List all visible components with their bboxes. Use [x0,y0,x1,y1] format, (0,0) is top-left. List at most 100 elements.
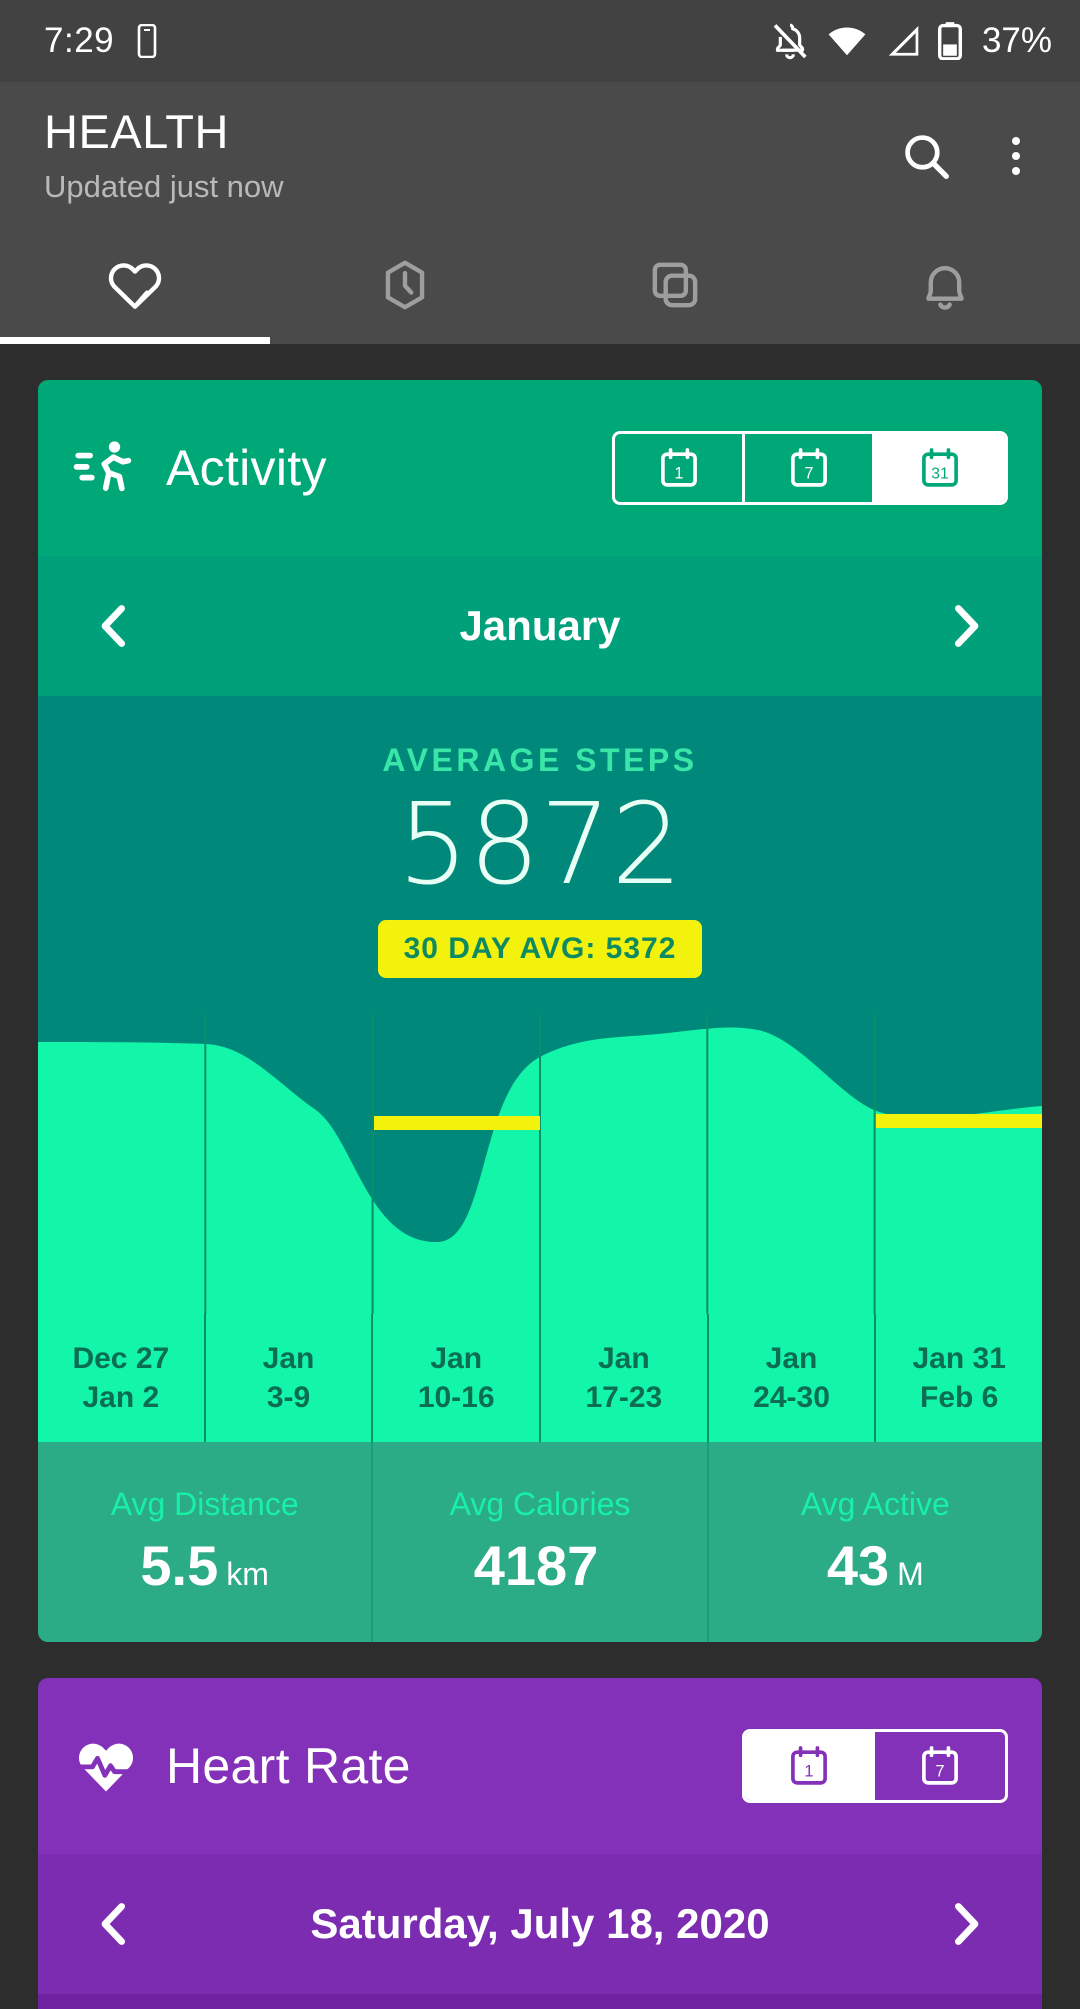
stat-avg-active-value: 43 [826,1534,890,1598]
stat-avg-calories-label: Avg Calories [449,1486,631,1523]
chevron-right-icon [939,1897,993,1951]
chart-label-1: Jan 3-9 [206,1314,374,1443]
calendar-31-icon: 31 [917,445,963,491]
more-vert-icon [1012,137,1020,175]
tab-bar [0,226,1080,344]
chart-label-2: Jan 10-16 [373,1314,542,1443]
notifications-off-icon [770,21,810,61]
steps-chart-svg [38,1014,1042,1315]
tab-alerts[interactable] [810,226,1080,344]
vibrate-icon [136,24,158,58]
calendar-1-icon: 1 [786,1743,832,1789]
stat-avg-active-unit: M [897,1556,924,1593]
stat-avg-calories-value-group: 4187 [474,1533,607,1598]
stat-avg-active-label: Avg Active [800,1486,950,1523]
svg-text:7: 7 [935,1763,944,1781]
stat-avg-distance-unit: km [226,1556,269,1593]
chart-label-3-line2: 17-23 [585,1381,663,1415]
heart-rate-range-7-day[interactable]: 7 [875,1732,1005,1800]
chart-label-2-line1: Jan [430,1342,483,1376]
status-bar-right: 37% [770,21,1052,61]
activity-prev-period-button[interactable] [78,590,150,662]
running-person-icon [72,434,140,502]
activity-title-group: Activity [72,434,612,502]
chart-label-5-line2: Feb 6 [920,1381,999,1415]
heart-rate-card-header: Heart Rate 1 7 [38,1678,1042,1854]
app-screen: 7:29 37% HEALTH Updated just now Activit… [0,0,1080,2009]
stat-avg-active-value-group: 43 M [827,1533,924,1598]
chart-label-3-line1: Jan [598,1342,650,1376]
status-bar: 7:29 37% [0,0,1080,82]
activity-summary: AVERAGE STEPS 5872 30 DAY AVG: 5372 [38,695,1042,1315]
app-bar-actions [890,106,1052,192]
average-steps-value: 5872 [397,779,683,910]
stat-avg-calories: Avg Calories 4187 [373,1442,709,1643]
calendar-7-icon: 7 [917,1743,963,1789]
chart-label-0-line2: Jan 2 [82,1381,160,1415]
last-updated-label: Updated just now [44,168,284,204]
search-icon [899,129,953,183]
activity-card-header: Activity 1 7 31 [38,380,1042,556]
overflow-menu-button[interactable] [980,120,1052,192]
activity-range-7-day[interactable]: 7 [745,433,875,502]
cellular-signal-icon [884,24,922,58]
activity-next-period-button[interactable] [930,590,1002,662]
activity-card-title: Activity [166,439,327,496]
heart-rate-range-selector: 1 7 [742,1729,1008,1804]
heart-rate-period-nav: Saturday, July 18, 2020 [38,1854,1042,1995]
svg-text:1: 1 [674,464,683,482]
bell-notification-icon [914,254,976,316]
activity-period-label: January [459,601,621,649]
steps-area-chart [38,1014,1042,1315]
heart-rate-period-label: Saturday, July 18, 2020 [310,1900,770,1948]
heart-pulse-icon [72,1732,140,1800]
heart-rate-card: Heart Rate 1 7 Saturday, July 18, 2020 [38,1678,1042,2009]
app-bar-titles: HEALTH Updated just now [44,106,890,204]
chart-label-4: Jan 24-30 [709,1314,877,1443]
tab-active-indicator [0,336,270,344]
svg-text:7: 7 [804,464,813,482]
chart-average-line-segment-2 [876,1114,1042,1129]
activity-range-1-day[interactable]: 1 [615,433,745,502]
chart-label-5-line1: Jan 31 [912,1342,1006,1376]
app-bar-top-row: HEALTH Updated just now [0,106,1080,204]
chart-label-4-line1: Jan [765,1342,818,1376]
chart-label-1-line1: Jan [262,1342,315,1376]
heart-rate-range-1-day[interactable]: 1 [745,1732,875,1801]
thirty-day-average-badge: 30 DAY AVG: 5372 [377,920,703,979]
status-bar-time: 7:29 [44,21,115,60]
stat-avg-distance-value-group: 5.5 km [140,1533,269,1598]
tab-history[interactable] [270,226,540,344]
calendar-1-icon: 1 [656,445,702,491]
stat-avg-calories-value: 4187 [473,1534,599,1598]
heart-rate-title-group: Heart Rate [72,1732,742,1800]
app-bar: HEALTH Updated just now [0,82,1080,344]
average-steps-label: AVERAGE STEPS [382,741,698,778]
main-content: Activity 1 7 31 January AVERAGE STEPS 58… [0,343,1080,2009]
status-bar-left: 7:29 [44,21,158,61]
activity-stats-row: Avg Distance 5.5 km Avg Calories 4187 Av… [38,1442,1042,1643]
search-button[interactable] [890,120,962,192]
battery-icon [937,22,962,60]
heart-rate-next-period-button[interactable] [930,1888,1002,1960]
chart-label-3: Jan 17-23 [541,1314,709,1443]
svg-text:31: 31 [931,465,948,482]
chart-label-0-line1: Dec 27 [72,1342,170,1376]
svg-text:1: 1 [804,1763,813,1781]
chart-label-0: Dec 27 Jan 2 [38,1314,206,1443]
activity-range-31-day[interactable]: 31 [875,433,1005,502]
heart-rate-prev-period-button[interactable] [78,1888,150,1960]
page-title: HEALTH [44,105,229,158]
stat-avg-distance-value: 5.5 [140,1534,219,1598]
chevron-left-icon [87,599,141,653]
heart-rate-card-title: Heart Rate [166,1738,411,1795]
battery-percent-label: 37% [981,21,1052,60]
wifi-icon [826,24,868,58]
tab-copies[interactable] [540,226,810,344]
tab-heart[interactable] [0,226,270,344]
copy-layers-icon [644,254,706,316]
chevron-left-icon [87,1897,141,1951]
clock-history-icon [374,254,436,316]
heart-favorite-icon [104,254,166,316]
heart-rate-card-body [38,1994,1042,2009]
